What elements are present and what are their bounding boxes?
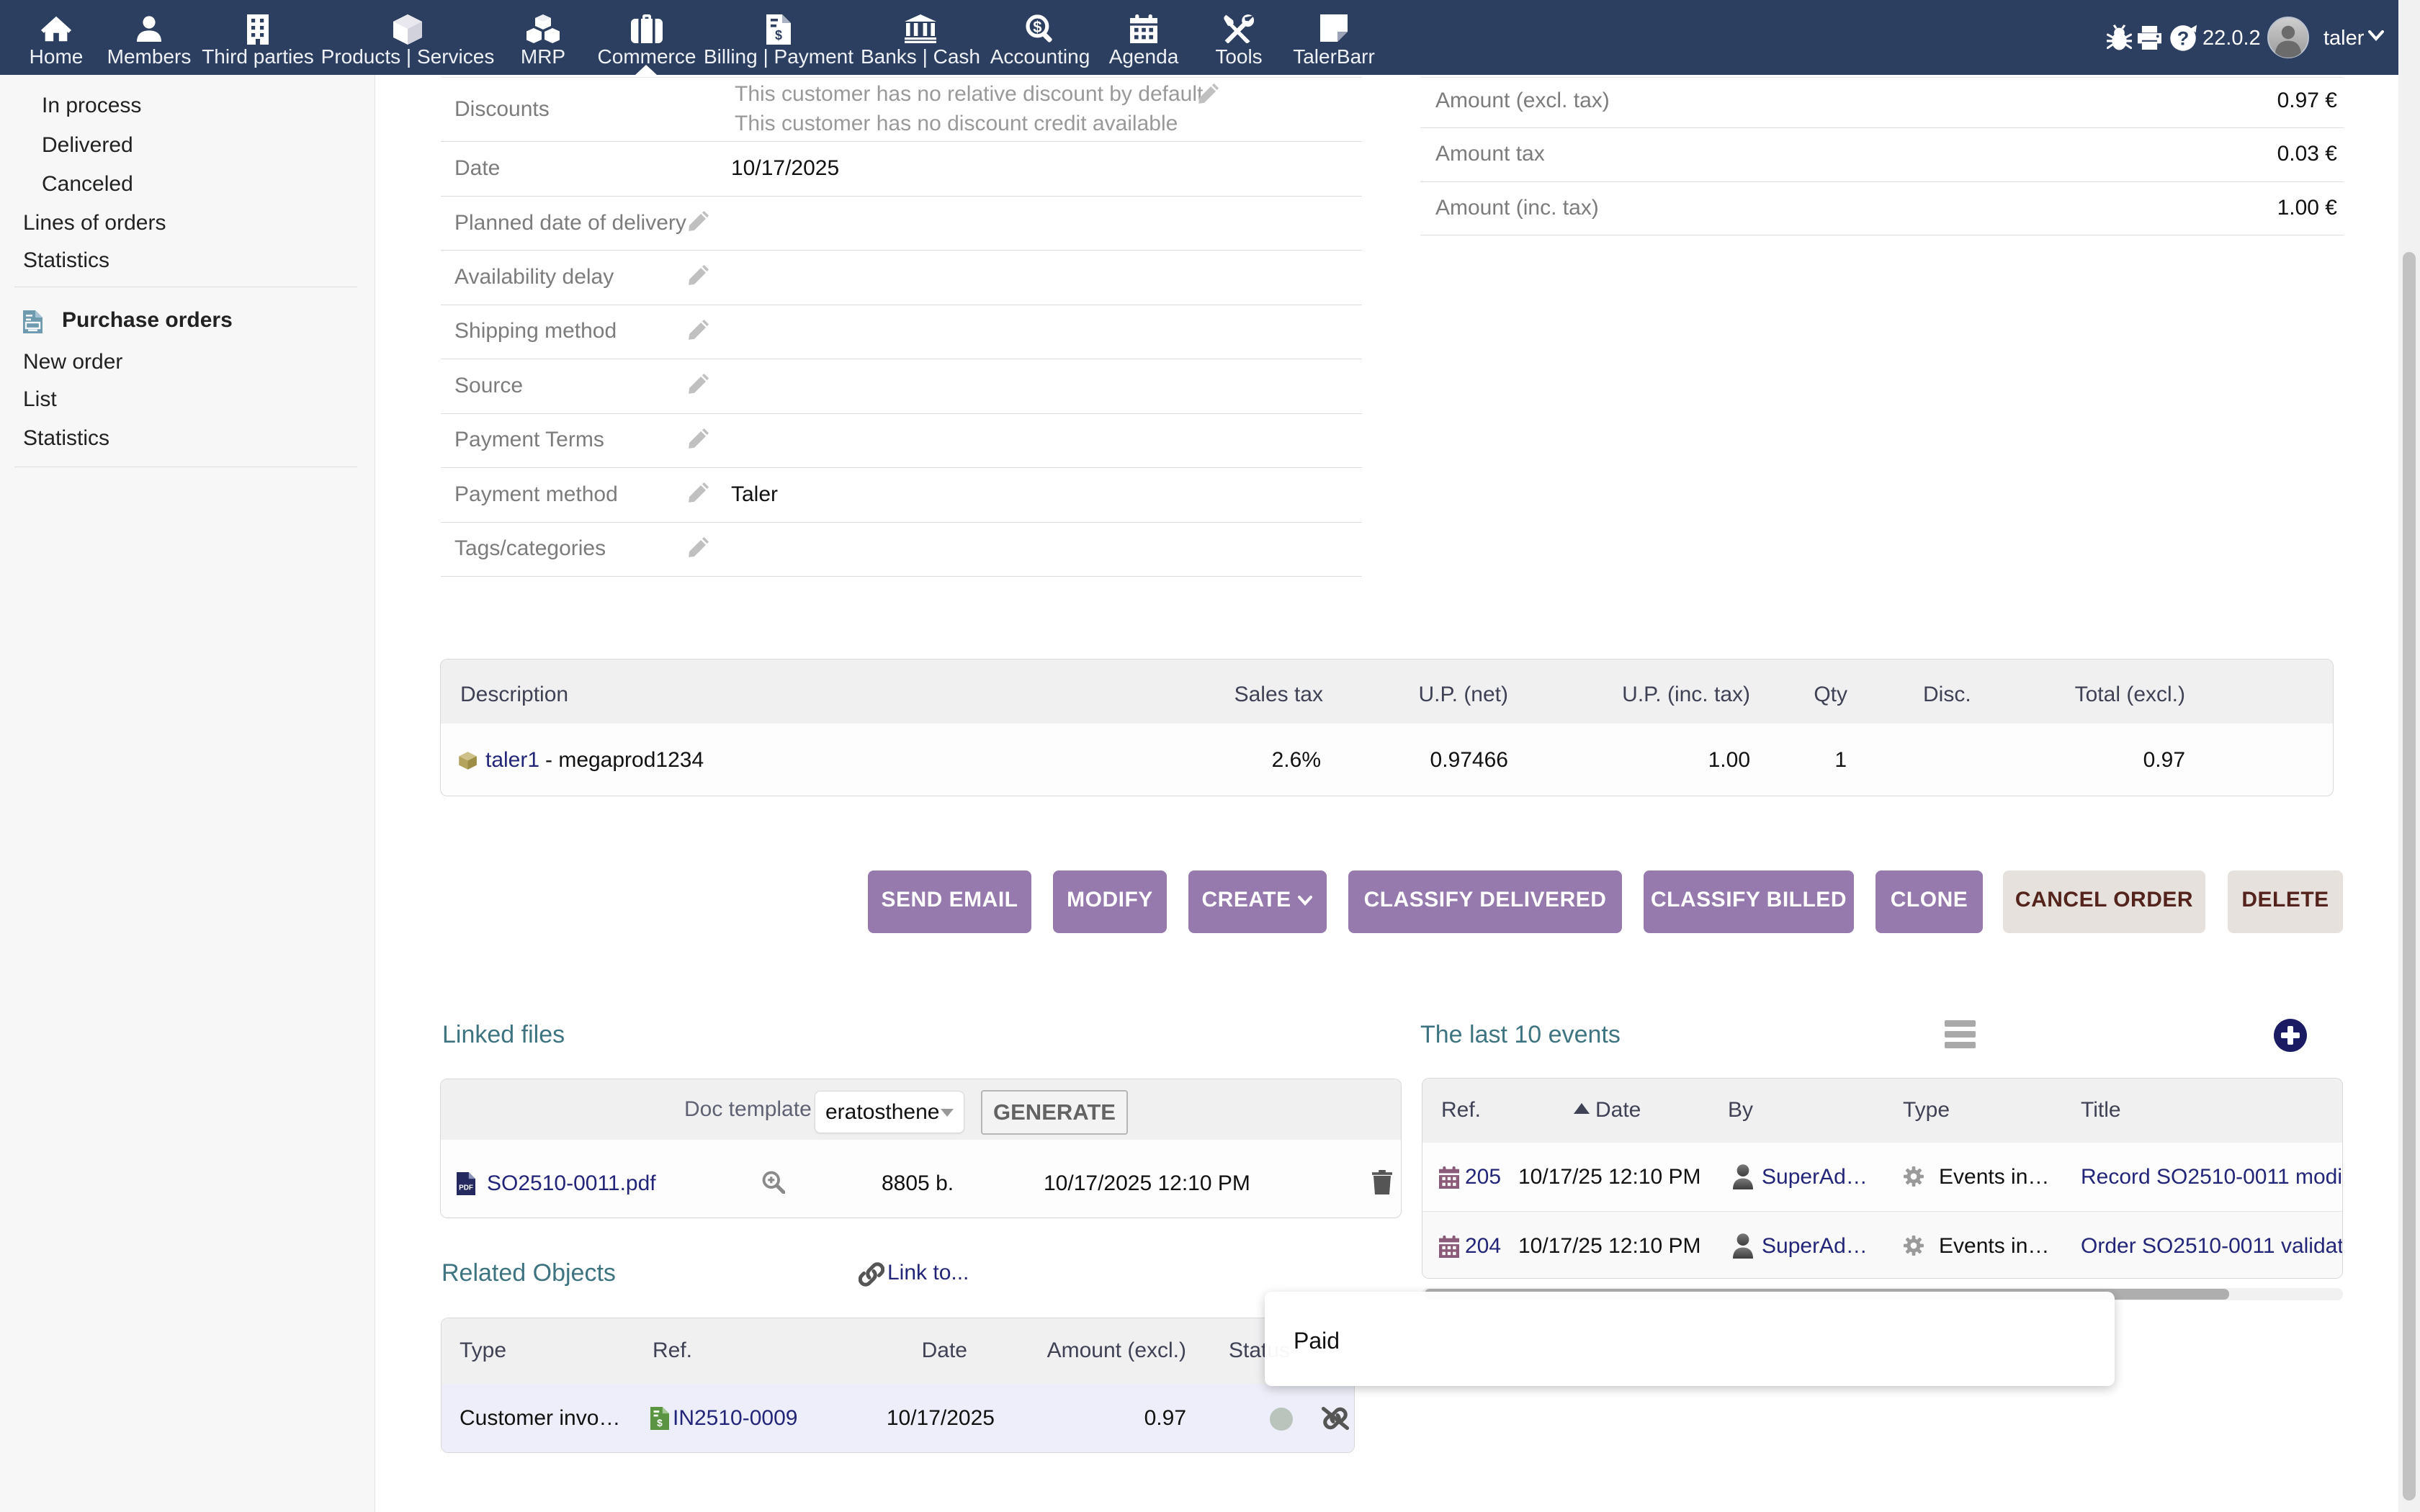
svg-text:PDF: PDF [459, 1184, 473, 1192]
svg-text:$: $ [657, 1418, 663, 1428]
svg-text:$: $ [1033, 18, 1041, 36]
svg-text:?: ? [2177, 27, 2190, 49]
svg-text:$: $ [775, 28, 782, 42]
